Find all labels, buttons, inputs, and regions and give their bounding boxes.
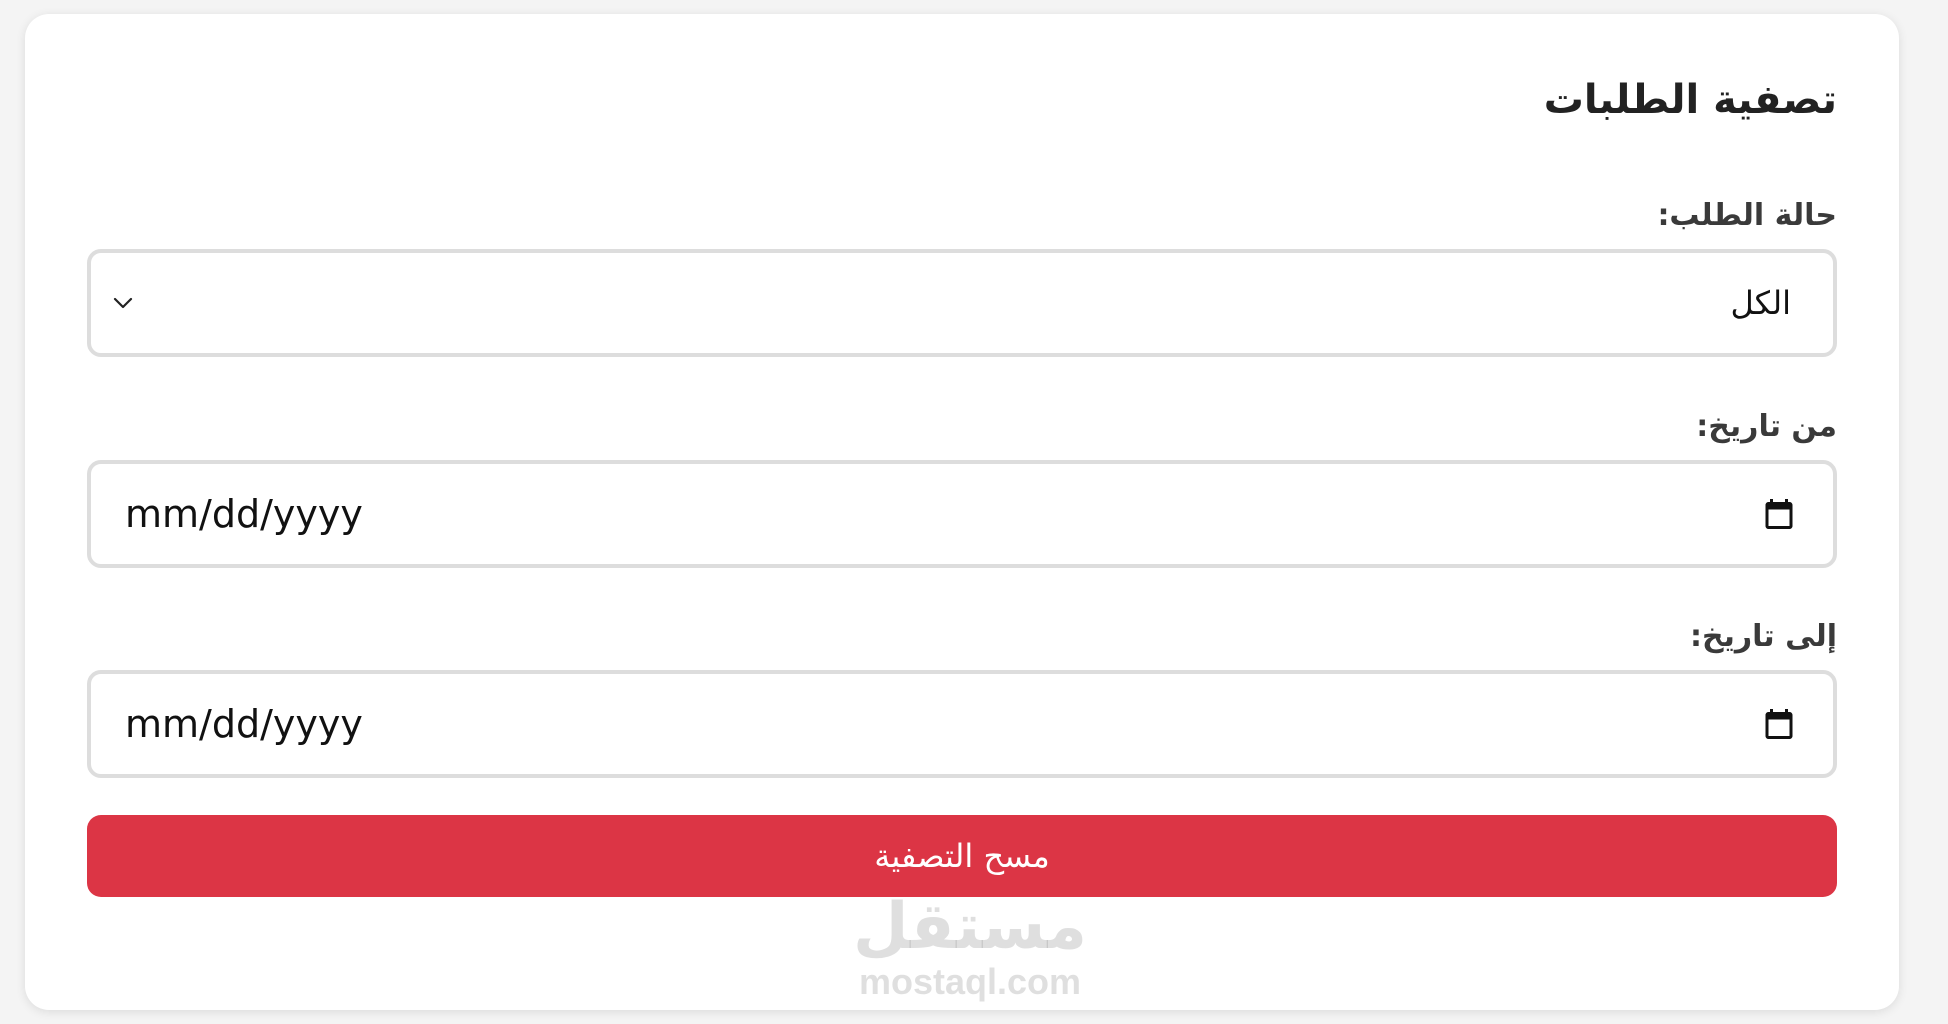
page-title: تصفية الطلبات [1543,77,1837,123]
to-date-placeholder: mm/dd/yyyy [125,702,363,746]
status-select[interactable]: الكل [87,249,1837,357]
from-date-label: من تاريخ: [1696,409,1837,444]
filter-card: تصفية الطلبات حالة الطلب: الكل من تاريخ:… [25,14,1899,1010]
from-date-placeholder: mm/dd/yyyy [125,492,363,536]
calendar-icon[interactable] [1761,706,1797,742]
to-date-input[interactable]: mm/dd/yyyy [87,670,1837,778]
chevron-down-icon [113,297,133,309]
status-selected-value: الكل [1730,284,1791,322]
status-label: حالة الطلب: [1657,198,1837,233]
from-date-input[interactable]: mm/dd/yyyy [87,460,1837,568]
clear-filter-button[interactable]: مسح التصفية [87,815,1837,897]
calendar-icon[interactable] [1761,496,1797,532]
to-date-label: إلى تاريخ: [1689,619,1837,654]
